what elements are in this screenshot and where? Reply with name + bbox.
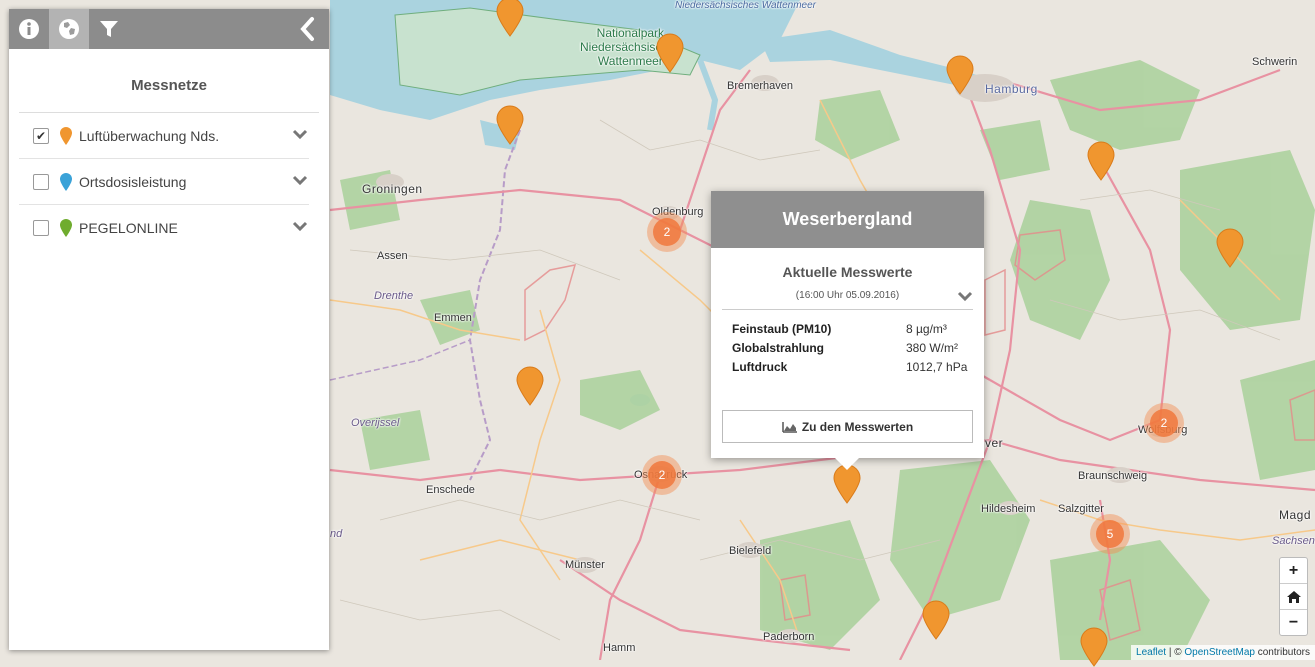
marker-cluster[interactable]: 2 bbox=[647, 212, 687, 252]
marker-cluster[interactable]: 2 bbox=[642, 455, 682, 495]
network-item-luft[interactable]: ✔ Luftüberwachung Nds. bbox=[19, 113, 309, 159]
leaflet-link[interactable]: Leaflet bbox=[1136, 647, 1166, 658]
map-marker[interactable] bbox=[921, 600, 951, 640]
tab-filter[interactable] bbox=[89, 9, 129, 49]
map-marker[interactable] bbox=[1086, 141, 1116, 181]
area-chart-icon bbox=[782, 421, 797, 433]
attribution-suffix: contributors bbox=[1254, 647, 1310, 658]
osm-link[interactable]: OpenStreetMap bbox=[1184, 647, 1255, 658]
attribution: Leaflet | © OpenStreetMap contributors bbox=[1131, 645, 1315, 660]
button-label: Zu den Messwerten bbox=[801, 419, 914, 434]
popup-timestamp: (16:00 Uhr 05.09.2016) bbox=[795, 290, 900, 301]
map-marker[interactable] bbox=[1215, 228, 1245, 268]
label-salzgitter: Salzgitter bbox=[1058, 503, 1104, 515]
to-measurements-button[interactable]: Zu den Messwerten bbox=[722, 410, 973, 443]
label-muenster: Münster bbox=[565, 559, 605, 571]
measurement-key: Globalstrahlung bbox=[732, 341, 825, 355]
marker-cluster[interactable]: 5 bbox=[1090, 514, 1130, 554]
map-marker-selected[interactable] bbox=[832, 464, 862, 504]
label-hildesheim: Hildesheim bbox=[981, 503, 1036, 515]
measurement-key: Luftdruck bbox=[732, 360, 788, 374]
info-icon bbox=[19, 19, 39, 39]
map-marker[interactable] bbox=[1079, 627, 1109, 667]
attribution-separator: | © bbox=[1166, 647, 1185, 658]
home-icon bbox=[1286, 590, 1301, 603]
network-label: Luftüberwachung Nds. bbox=[79, 127, 220, 144]
label-bremerhaven: Bremerhaven bbox=[727, 80, 794, 92]
map-pin-icon bbox=[60, 218, 72, 237]
chevron-down-icon[interactable] bbox=[291, 217, 309, 235]
collapse-panel-icon[interactable] bbox=[293, 13, 323, 45]
label-wattenmeer-north: Niedersächsisches Wattenmeer bbox=[675, 0, 816, 11]
globe-icon bbox=[59, 19, 79, 39]
label-sachsen: Sachsen bbox=[1272, 535, 1315, 547]
map-marker[interactable] bbox=[945, 55, 975, 95]
tab-networks[interactable] bbox=[49, 9, 89, 49]
label-braunschweig: Braunschweig bbox=[1078, 470, 1148, 482]
map-pin-icon bbox=[60, 172, 72, 191]
map-marker[interactable] bbox=[655, 33, 685, 73]
measurement-value: 8 µg/m³ bbox=[906, 322, 947, 336]
network-item-ortsdosis[interactable]: Ortsdosisleistung bbox=[19, 159, 309, 205]
zoom-control: + − bbox=[1279, 557, 1308, 636]
measurement-value: 1012,7 hPa bbox=[906, 360, 968, 374]
label-emmen: Emmen bbox=[434, 312, 472, 324]
label-hannover-fragment: ver bbox=[985, 436, 1004, 450]
tab-info[interactable] bbox=[9, 9, 49, 49]
panel-title: Messnetze bbox=[19, 77, 319, 113]
station-popup: Weserbergland Aktuelle Messwerte (16:00 … bbox=[711, 191, 984, 458]
marker-cluster[interactable]: 2 bbox=[1144, 403, 1184, 443]
label-paderborn: Paderborn bbox=[763, 631, 815, 643]
chevron-down-icon[interactable] bbox=[291, 171, 309, 189]
map-marker[interactable] bbox=[495, 0, 525, 37]
network-label: PEGELONLINE bbox=[79, 219, 178, 236]
label-hamm: Hamm bbox=[603, 642, 636, 654]
label-bielefeld: Bielefeld bbox=[729, 545, 772, 557]
popup-tip bbox=[834, 457, 860, 470]
filter-icon bbox=[100, 21, 118, 37]
network-checkbox[interactable]: ✔ bbox=[33, 127, 49, 144]
popup-title: Weserbergland bbox=[711, 191, 984, 248]
label-magdeburg: Magd bbox=[1279, 508, 1312, 522]
map-marker[interactable] bbox=[515, 366, 545, 406]
network-checkbox[interactable] bbox=[33, 219, 49, 236]
label-overijssel: Overijssel bbox=[351, 417, 400, 429]
label-enschede: Enschede bbox=[426, 484, 475, 496]
measurement-key: Feinstaub (PM10) bbox=[732, 322, 832, 336]
chevron-down-icon[interactable] bbox=[956, 287, 974, 305]
measurement-list: Feinstaub (PM10) 8 µg/m³ Globalstrahlung… bbox=[711, 320, 984, 377]
network-item-pegelonline[interactable]: PEGELONLINE bbox=[19, 205, 309, 250]
popup-subtitle: Aktuelle Messwerte bbox=[782, 264, 913, 280]
network-label: Ortsdosisleistung bbox=[79, 173, 187, 190]
sidebar-panel: Messnetze ✔ Luftüberwachung Nds. Ortsdos… bbox=[9, 9, 329, 650]
label-groningen: Groningen bbox=[362, 182, 423, 196]
label-drenthe: Drenthe bbox=[374, 290, 414, 302]
sidebar-tabs bbox=[9, 9, 329, 49]
measurement-row: Globalstrahlung 380 W/m² bbox=[732, 339, 968, 358]
label-hamburg: Hamburg bbox=[985, 82, 1038, 96]
map-marker[interactable] bbox=[495, 105, 525, 145]
label-schwerin: Schwerin bbox=[1252, 56, 1298, 68]
measurement-value: 380 W/m² bbox=[906, 341, 959, 355]
network-checkbox[interactable] bbox=[33, 173, 49, 190]
measurement-row: Luftdruck 1012,7 hPa bbox=[732, 358, 968, 377]
network-list: ✔ Luftüberwachung Nds. Ortsdosisleistung… bbox=[9, 113, 329, 250]
label-assen: Assen bbox=[377, 250, 408, 262]
divider bbox=[722, 309, 973, 310]
zoom-out-button[interactable]: − bbox=[1280, 610, 1307, 635]
measurement-row: Feinstaub (PM10) 8 µg/m³ bbox=[732, 320, 968, 339]
chevron-down-icon[interactable] bbox=[291, 125, 309, 143]
label-nd-fragment: nd bbox=[330, 528, 343, 540]
zoom-in-button[interactable]: + bbox=[1280, 558, 1307, 584]
home-button[interactable] bbox=[1280, 584, 1307, 610]
map-pin-icon bbox=[60, 126, 72, 145]
